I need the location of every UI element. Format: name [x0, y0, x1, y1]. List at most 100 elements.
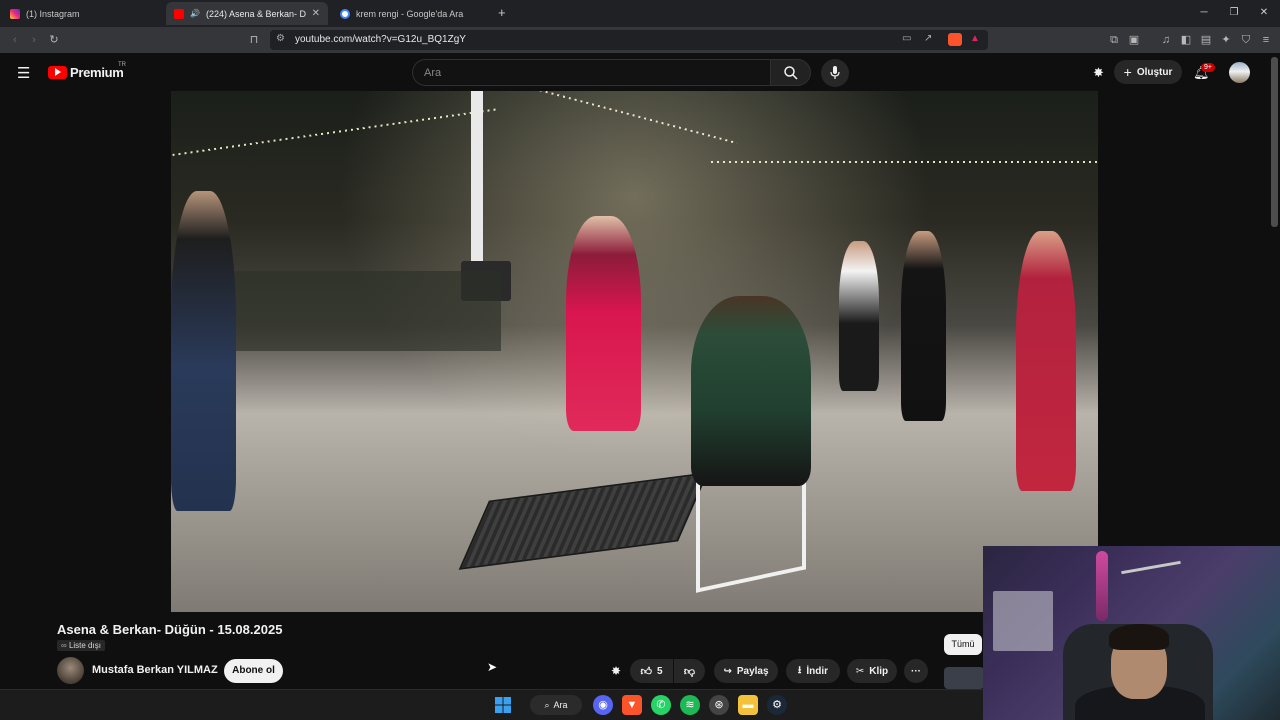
create-button[interactable]: + Oluştur — [1114, 60, 1182, 84]
tab-label: (224) Asena & Berkan- Düğün — [205, 8, 306, 19]
discord-icon[interactable]: ◉ — [593, 695, 613, 715]
related-video-thumbnail[interactable] — [944, 667, 984, 689]
close-tab-icon[interactable]: ✕ — [312, 8, 320, 19]
notification-badge: 9+ — [1201, 63, 1215, 72]
video-title: Asena & Berkan- Düğün - 15.08.2025 — [57, 622, 283, 637]
youtube-logo-icon[interactable] — [48, 66, 67, 79]
dancer-figure — [171, 191, 236, 511]
scissors-icon: ✂ — [855, 665, 865, 677]
page-scrollbar[interactable] — [1271, 57, 1278, 227]
white-pole — [471, 91, 483, 271]
window-close-icon[interactable]: ✕ — [1252, 4, 1276, 22]
like-button[interactable]: 👍︎ 5 — [630, 659, 673, 683]
voice-search-button[interactable] — [821, 59, 849, 87]
search-input[interactable] — [424, 67, 744, 79]
spotify-icon[interactable]: ≋ — [680, 695, 700, 715]
steam-icon[interactable]: ⚙ — [767, 695, 787, 715]
subscribe-button[interactable]: Abone ol — [224, 659, 283, 683]
tab-instagram[interactable]: (1) Instagram — [2, 2, 162, 25]
clip-button[interactable]: ✂ Klip — [847, 659, 897, 683]
privacy-label: Liste dışı — [68, 641, 101, 650]
url-text: youtube.com/watch?v=G12u_BQ1ZgY — [295, 34, 466, 45]
app-icon[interactable]: ⊛ — [709, 695, 729, 715]
string-lights — [504, 91, 738, 145]
premium-extension-icon[interactable]: ✸ — [1093, 65, 1104, 81]
google-icon — [340, 8, 350, 19]
share-page-icon[interactable]: ↗ — [924, 33, 932, 44]
plus-icon: + — [1123, 64, 1132, 80]
browser-toolbar: ‹ › ↻ ⊓ ⚙ youtube.com/watch?v=G12u_BQ1Zg… — [0, 27, 1280, 53]
microphone-icon — [830, 66, 840, 79]
speaker-icon: 🔊 — [190, 9, 200, 18]
guest-figure — [1016, 231, 1076, 491]
bookmark-icon[interactable]: ⊓ — [247, 33, 261, 47]
crypto-wallet-icon[interactable]: ▤ — [1199, 33, 1213, 47]
brave-shields-icon[interactable] — [948, 33, 962, 46]
file-explorer-icon[interactable]: ▬ — [738, 695, 758, 715]
forward-icon[interactable]: › — [27, 33, 41, 47]
media-icon[interactable]: ♫ — [1159, 33, 1173, 47]
extensions-icon[interactable]: ⧉ — [1107, 33, 1121, 47]
thumbs-down-icon: 👎︎ — [683, 665, 696, 678]
dislike-button[interactable]: 👎︎ — [674, 659, 705, 683]
taskbar-search[interactable]: ⌕ Ara — [530, 695, 582, 715]
download-button[interactable]: ⭳ İndir — [786, 659, 840, 683]
link-icon: ∞ — [61, 641, 69, 650]
video-player[interactable] — [171, 91, 1098, 612]
account-avatar[interactable] — [1229, 62, 1250, 83]
like-count: 5 — [656, 665, 663, 677]
new-tab-button[interactable]: + — [498, 5, 506, 20]
channel-name[interactable]: Mustafa Berkan YILMAZ — [92, 664, 218, 676]
youtube-logo-text[interactable]: Premium — [70, 65, 124, 80]
sidebar-icon[interactable]: ◧ — [1179, 33, 1193, 47]
search-icon: ⌕ — [544, 699, 550, 710]
vpn-icon[interactable]: ⛉ — [1239, 33, 1253, 47]
guest-figure — [901, 231, 946, 421]
channel-avatar[interactable] — [57, 657, 84, 684]
reload-icon[interactable]: ↻ — [47, 33, 61, 47]
download-label: İndir — [806, 665, 829, 677]
address-bar[interactable]: ⚙ youtube.com/watch?v=G12u_BQ1ZgY ▭ ↗ ▲ — [270, 30, 988, 50]
back-icon[interactable]: ‹ — [8, 33, 22, 47]
windows-start-icon[interactable] — [493, 695, 513, 715]
youtube-masthead: ☰ Premium TR ✸ + Oluştur 🔔︎ 9+ — [0, 53, 1280, 227]
brave-browser-icon[interactable]: ▼ — [622, 695, 642, 715]
thumbs-up-icon: 👍︎ — [640, 665, 652, 678]
guide-menu-icon[interactable]: ☰ — [17, 64, 30, 82]
more-icon: ··· — [911, 665, 921, 677]
restore-icon[interactable]: ❐ — [1222, 4, 1246, 22]
download-icon: ⭳ — [797, 664, 802, 676]
bride-figure — [566, 216, 641, 431]
webcam-overlay — [983, 546, 1280, 720]
premium-extension-icon[interactable]: ✸ — [611, 664, 621, 678]
wallet-icon[interactable]: ▣ — [1127, 33, 1141, 47]
minimize-icon[interactable]: ─ — [1192, 4, 1216, 22]
browser-tab-strip: (1) Instagram 🔊 (224) Asena & Berkan- Dü… — [0, 0, 1280, 27]
search-box[interactable] — [412, 59, 770, 86]
search-button[interactable] — [770, 59, 811, 86]
mouse-cursor-icon: ➤ — [487, 660, 498, 674]
windows-taskbar: ⌕ Ara ◉ ▼ ✆ ≋ ⊛ ▬ ⚙ — [0, 689, 983, 720]
shelf — [993, 591, 1053, 651]
brave-rewards-icon[interactable]: ▲ — [970, 33, 980, 44]
leo-ai-icon[interactable]: ✦ — [1219, 33, 1233, 47]
region-code: TR — [118, 62, 126, 68]
tab-label: (1) Instagram — [26, 8, 80, 19]
whatsapp-icon[interactable]: ✆ — [651, 695, 671, 715]
filter-chip-all[interactable]: Tümü — [944, 634, 982, 655]
tab-google-search[interactable]: krem rengi - Google'da Ara — [332, 2, 492, 25]
string-lights — [172, 108, 500, 156]
clip-label: Klip — [869, 665, 889, 677]
menu-icon[interactable]: ≡ — [1259, 33, 1273, 47]
guest-figure — [839, 241, 879, 391]
tab-youtube-video[interactable]: 🔊 (224) Asena & Berkan- Düğün ✕ — [166, 2, 328, 25]
more-actions-button[interactable]: ··· — [904, 659, 928, 683]
site-settings-icon[interactable]: ⚙ — [276, 33, 285, 44]
string-lights — [711, 161, 1098, 163]
privacy-badge: ∞ Liste dışı — [57, 640, 105, 651]
youtube-icon — [174, 8, 184, 19]
groom-figure — [691, 296, 811, 486]
instagram-icon — [10, 8, 20, 19]
share-button[interactable]: ↪ Paylaş — [714, 659, 778, 683]
cast-icon[interactable]: ▭ — [902, 33, 911, 44]
